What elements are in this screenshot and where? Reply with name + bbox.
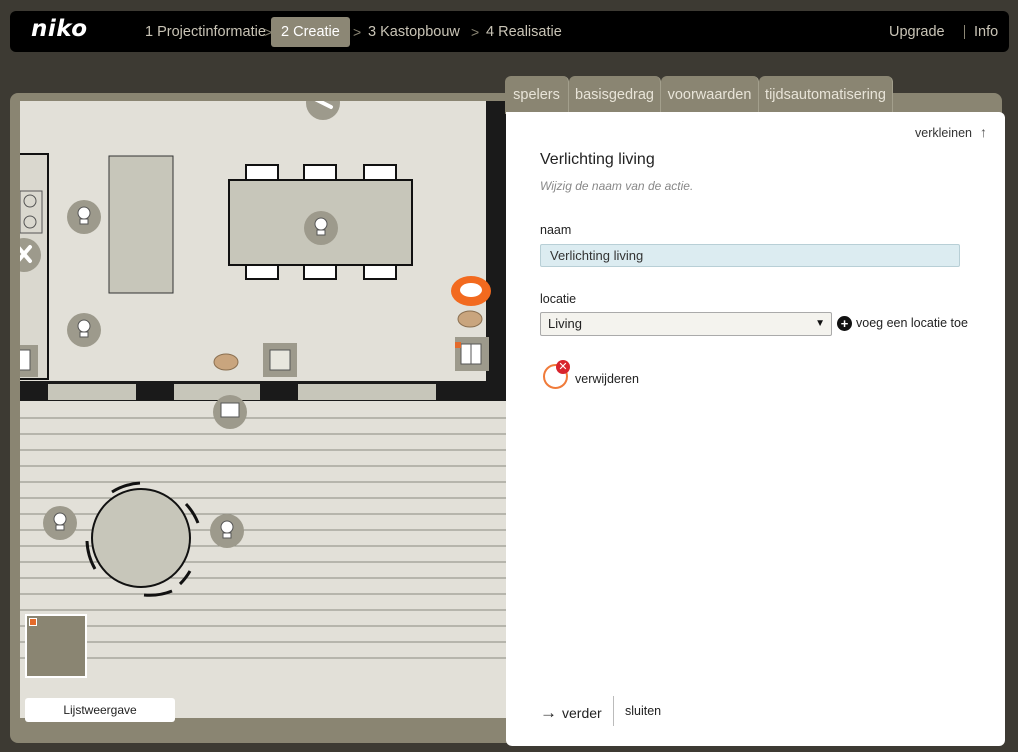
name-input[interactable]	[540, 244, 960, 267]
wall	[486, 101, 507, 401]
minimap-thumbnail[interactable]	[25, 614, 87, 678]
minimap-badge	[29, 618, 37, 626]
close-icon: ✕	[556, 360, 570, 374]
arrow-up-icon: ↑	[980, 124, 987, 140]
divider	[613, 696, 614, 726]
delete-label: verwijderen	[575, 372, 639, 386]
location-select[interactable]: Living ▼	[540, 312, 832, 336]
kitchen-island	[108, 155, 174, 294]
top-bar: niko 1 Projectinformatie > 2 Creatie > 3…	[10, 11, 1009, 52]
switch-markers	[20, 337, 489, 418]
tab-basisgedrag[interactable]: basisgedrag	[569, 76, 661, 114]
name-label: naam	[540, 223, 572, 237]
comment-icon	[213, 353, 239, 371]
divider	[964, 25, 965, 39]
comment-icon	[457, 310, 483, 328]
caret-down-icon: ▼	[815, 318, 825, 329]
info-link[interactable]: Info	[974, 17, 998, 47]
location-label: locatie	[540, 292, 577, 306]
detail-panel: verkleinen ↑ Verlichting living Wijzig de…	[506, 112, 1005, 746]
tab-tijdsautomatisering[interactable]: tijdsautomatisering	[759, 76, 893, 114]
window	[48, 384, 136, 400]
arrow-right-icon: →	[540, 703, 557, 722]
step-creatie[interactable]: 2 Creatie	[271, 17, 350, 47]
panel-subtitle: Wijzig de naam van de actie.	[540, 179, 694, 193]
tab-spelers[interactable]: spelers	[505, 76, 569, 114]
round-table	[91, 488, 191, 588]
next-button[interactable]: → verder	[540, 703, 602, 723]
floor-plan[interactable]	[20, 101, 507, 718]
window	[298, 384, 436, 400]
list-view-button[interactable]: Lijstweergave	[25, 698, 175, 722]
shrink-button[interactable]: verkleinen ↑	[915, 124, 987, 140]
panel-title: Verlichting living	[540, 151, 655, 168]
floor-plan-drawing	[20, 101, 507, 659]
close-button[interactable]: sluiten	[625, 704, 661, 718]
add-location-label: voeg een locatie toe	[856, 316, 968, 330]
niko-logo: niko	[31, 16, 88, 42]
upgrade-link[interactable]: Upgrade	[889, 17, 945, 47]
shrink-label: verkleinen	[915, 126, 972, 140]
step-kastopbouw[interactable]: 3 Kastopbouw	[358, 17, 470, 47]
plus-icon: +	[837, 316, 852, 332]
device-markers	[20, 101, 340, 548]
step-realisatie[interactable]: 4 Realisatie	[476, 17, 572, 47]
status-dot	[455, 342, 461, 348]
cooktop	[20, 190, 43, 234]
add-location-button[interactable]: + voeg een locatie toe	[837, 316, 968, 332]
location-value: Living	[548, 316, 582, 331]
comment-bubble	[460, 283, 482, 297]
step-projectinformatie[interactable]: 1 Projectinformatie	[135, 17, 276, 47]
window	[174, 384, 260, 400]
next-label: verder	[562, 705, 602, 721]
tab-voorwaarden[interactable]: voorwaarden	[661, 76, 759, 114]
